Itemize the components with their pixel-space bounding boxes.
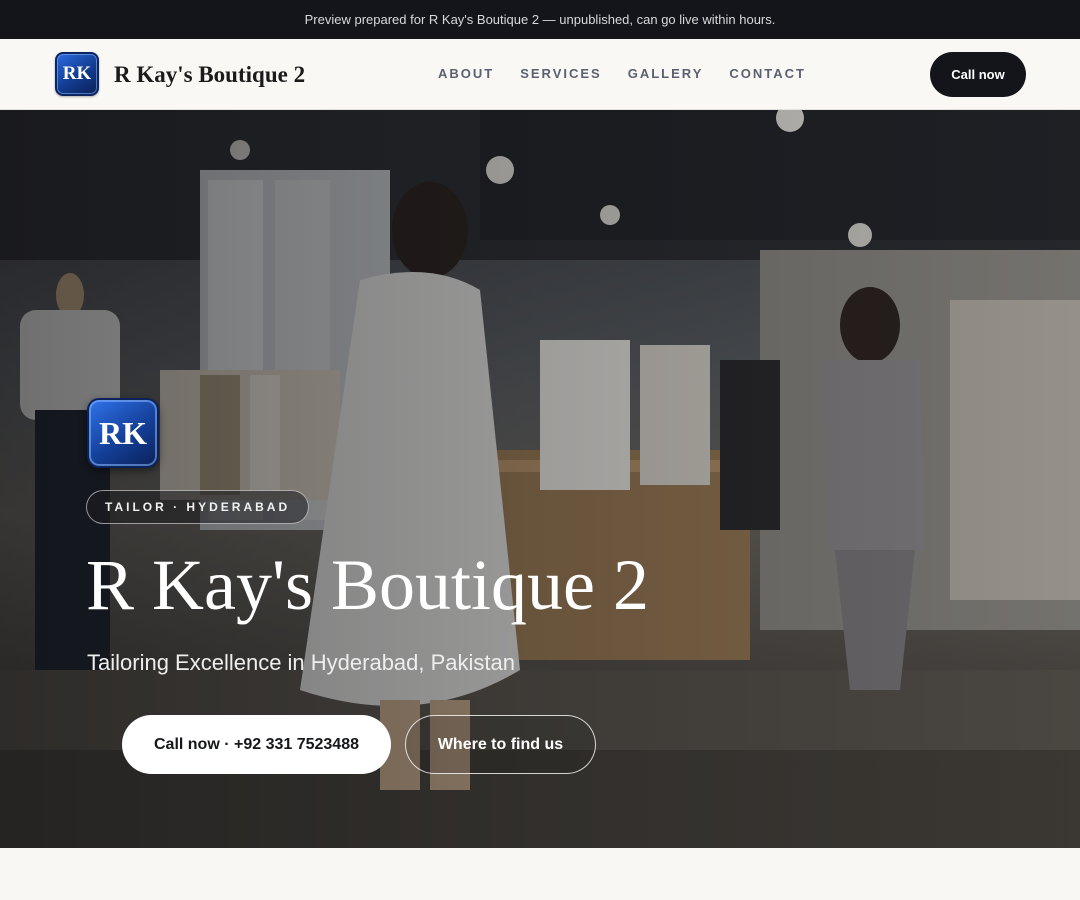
nav-link-contact[interactable]: CONTACT bbox=[729, 66, 806, 82]
preview-banner-text: Preview prepared for R Kay's Boutique 2 … bbox=[304, 12, 776, 27]
hero-logo-icon: RK bbox=[87, 398, 159, 468]
main-nav: ABOUT SERVICES GALLERY CONTACT bbox=[438, 66, 806, 82]
call-now-button[interactable]: Call now bbox=[930, 52, 1026, 97]
nav-link-gallery[interactable]: GALLERY bbox=[628, 66, 704, 82]
preview-banner: Preview prepared for R Kay's Boutique 2 … bbox=[0, 0, 1080, 39]
nav-link-services[interactable]: SERVICES bbox=[520, 66, 602, 82]
category-tag: TAILOR · HYDERABAD bbox=[86, 490, 310, 524]
logo-icon[interactable]: RK bbox=[55, 52, 99, 96]
hero-section: RK TAILOR · HYDERABAD R Kay's Boutique 2… bbox=[0, 110, 1080, 848]
call-now-phone-button[interactable]: Call now · +92 331 7523488 bbox=[122, 715, 391, 774]
nav-link-about[interactable]: ABOUT bbox=[438, 66, 494, 82]
hero-subtitle: Tailoring Excellence in Hyderabad, Pakis… bbox=[87, 650, 516, 675]
site-header: RK R Kay's Boutique 2 ABOUT SERVICES GAL… bbox=[0, 39, 1080, 110]
hero-title: R Kay's Boutique 2 bbox=[86, 545, 649, 625]
brand-name[interactable]: R Kay's Boutique 2 bbox=[114, 60, 305, 90]
find-us-button[interactable]: Where to find us bbox=[405, 715, 596, 774]
